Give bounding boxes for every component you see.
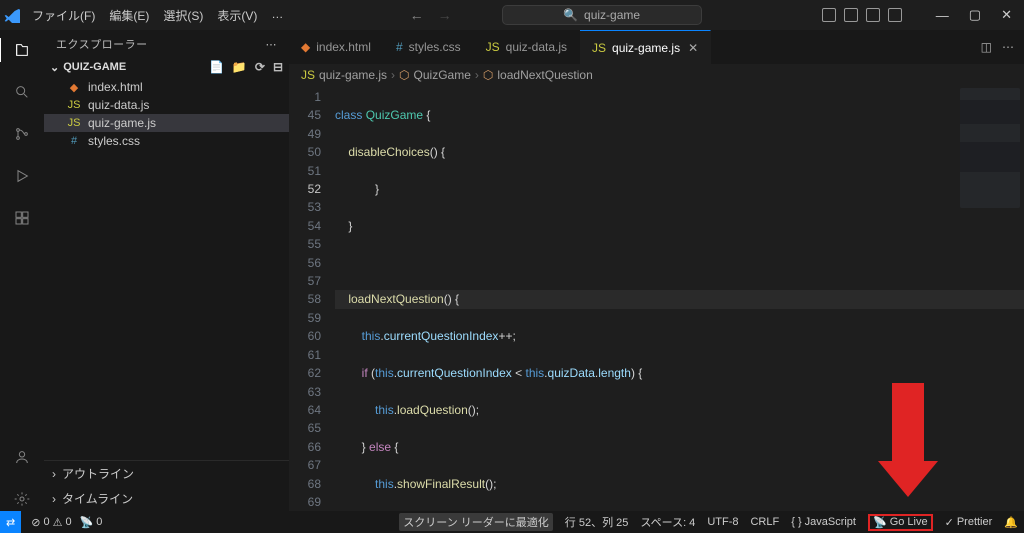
close-tab-icon[interactable]: ✕ <box>688 41 698 55</box>
layout-icon[interactable] <box>888 8 902 22</box>
broadcast-icon: 📡 <box>873 516 887 529</box>
nav-forward-icon[interactable]: → <box>438 7 452 23</box>
close-icon[interactable]: ✕ <box>997 5 1016 25</box>
prettier-item[interactable]: ✓Prettier <box>945 516 993 529</box>
menu-bar: ファイル(F) 編集(E) 選択(S) 表示(V) … <box>26 4 289 27</box>
problems-indicator[interactable]: ⊘0⚠0 <box>31 516 71 529</box>
cursor-position[interactable]: 行 52、列 25 <box>565 514 629 530</box>
file-item[interactable]: JSquiz-data.js <box>44 96 289 114</box>
line-gutter: 1454950515253545556575859606162636465666… <box>289 86 335 511</box>
chevron-down-icon: ⌄ <box>50 61 59 74</box>
file-item[interactable]: JSquiz-game.js <box>44 114 289 132</box>
tab-index-html[interactable]: ◆index.html <box>289 30 384 64</box>
file-item[interactable]: #styles.css <box>44 132 289 150</box>
css-icon: # <box>66 135 82 147</box>
maximize-icon[interactable]: ▢ <box>965 5 985 25</box>
editor-tabs: ◆index.html #styles.css JSquiz-data.js J… <box>289 30 1024 64</box>
ports-indicator[interactable]: 📡0 <box>80 516 103 529</box>
menu-selection[interactable]: 選択(S) <box>157 4 209 27</box>
file-tree: ◆index.html JSquiz-data.js JSquiz-game.j… <box>44 76 289 152</box>
collapse-icon[interactable]: ⊟ <box>273 60 283 74</box>
minimap[interactable] <box>960 88 1020 208</box>
outline-section[interactable]: アウトライン <box>44 461 289 486</box>
screen-reader-item[interactable]: スクリーン リーダーに最適化 <box>399 513 553 531</box>
settings-gear-icon[interactable] <box>10 487 34 511</box>
accounts-icon[interactable] <box>10 445 34 469</box>
timeline-section[interactable]: タイムライン <box>44 486 289 511</box>
more-icon[interactable]: ⋯ <box>266 38 278 51</box>
js-icon: JS <box>66 117 82 129</box>
method-icon: ⬡ <box>483 68 493 82</box>
tab-quiz-data-js[interactable]: JSquiz-data.js <box>474 30 580 64</box>
breadcrumbs[interactable]: JSquiz-game.js ›⬡QuizGame ›⬡loadNextQues… <box>289 64 1024 86</box>
split-editor-icon[interactable]: ◫ <box>981 40 992 54</box>
go-live-button[interactable]: 📡Go Live <box>868 514 933 531</box>
remote-indicator[interactable]: ⇄ <box>0 511 21 533</box>
layout-icon[interactable] <box>844 8 858 22</box>
explorer-sidebar: エクスプローラー ⋯ ⌄ QUIZ-GAME 📄 📁 ⟳ ⊟ ◆index.ht… <box>44 30 289 511</box>
notifications-icon[interactable]: 🔔 <box>1004 516 1018 529</box>
workspace-folder[interactable]: ⌄ QUIZ-GAME 📄 📁 ⟳ ⊟ <box>44 58 289 76</box>
new-folder-icon[interactable]: 📁 <box>232 60 247 74</box>
explorer-icon[interactable] <box>0 38 43 62</box>
explorer-title: エクスプローラー <box>56 36 148 52</box>
menu-edit[interactable]: 編集(E) <box>103 4 155 27</box>
search-icon[interactable] <box>10 80 34 104</box>
layout-icon[interactable] <box>822 8 836 22</box>
minimize-icon[interactable]: — <box>932 6 953 25</box>
js-icon: JS <box>66 99 82 111</box>
source-control-icon[interactable] <box>10 122 34 146</box>
html-icon: ◆ <box>66 81 82 94</box>
annotation-arrow <box>878 383 938 503</box>
title-bar: ファイル(F) 編集(E) 選択(S) 表示(V) … ← → 🔍 quiz-g… <box>0 0 1024 30</box>
class-icon: ⬡ <box>399 68 409 82</box>
search-icon: 🔍 <box>563 8 578 22</box>
file-item[interactable]: ◆index.html <box>44 78 289 96</box>
menu-file[interactable]: ファイル(F) <box>26 4 101 27</box>
extensions-icon[interactable] <box>10 206 34 230</box>
js-icon: JS <box>301 68 315 82</box>
layout-controls <box>822 8 902 22</box>
language-mode[interactable]: { }JavaScript <box>791 516 856 528</box>
vscode-logo-icon <box>4 7 20 23</box>
new-file-icon[interactable]: 📄 <box>209 60 224 74</box>
refresh-icon[interactable]: ⟳ <box>255 60 265 74</box>
more-icon[interactable]: ⋯ <box>1002 40 1014 54</box>
tab-quiz-game-js[interactable]: JSquiz-game.js✕ <box>580 30 711 64</box>
eol-item[interactable]: CRLF <box>750 516 779 528</box>
run-debug-icon[interactable] <box>10 164 34 188</box>
menu-more[interactable]: … <box>265 4 289 27</box>
nav-back-icon[interactable]: ← <box>410 7 424 23</box>
indentation-item[interactable]: スペース: 4 <box>640 514 695 530</box>
encoding-item[interactable]: UTF-8 <box>707 516 738 528</box>
antenna-icon: 📡 <box>80 516 94 529</box>
layout-icon[interactable] <box>866 8 880 22</box>
command-center[interactable]: 🔍 quiz-game <box>502 5 702 25</box>
menu-view[interactable]: 表示(V) <box>211 4 263 27</box>
activity-bar <box>0 30 44 511</box>
tab-styles-css[interactable]: #styles.css <box>384 30 474 64</box>
status-bar: ⇄ ⊘0⚠0 📡0 スクリーン リーダーに最適化 行 52、列 25 スペース:… <box>0 511 1024 533</box>
